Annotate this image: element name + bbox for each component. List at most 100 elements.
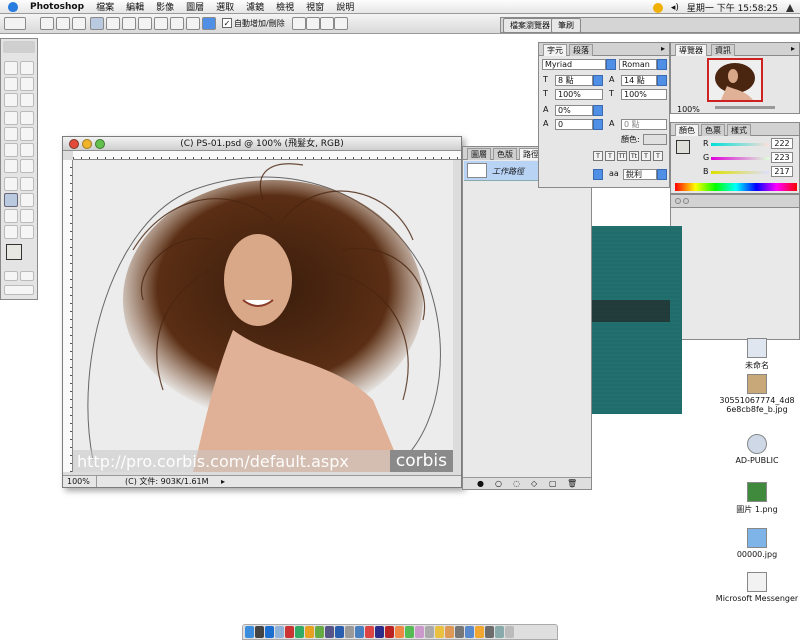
font-family-field[interactable]: Myriad — [542, 59, 606, 70]
paths-mode-button[interactable] — [56, 17, 70, 30]
dock-app-icon[interactable] — [395, 626, 404, 638]
panel-close-icon[interactable] — [675, 198, 681, 204]
path-selection-icon[interactable] — [4, 177, 18, 191]
faux-italic-icon[interactable]: T — [605, 151, 615, 161]
apple-menu-icon[interactable] — [8, 1, 18, 12]
image-canvas[interactable]: http://pro.corbis.com/default.aspx corbi… — [73, 160, 453, 472]
dock-app-icon[interactable] — [455, 626, 464, 638]
pen-tool-icon[interactable] — [90, 17, 104, 30]
text-color-swatch[interactable] — [643, 134, 667, 145]
marquee-tool-icon[interactable] — [4, 61, 18, 75]
dock-app-icon[interactable] — [445, 626, 454, 638]
delete-path-icon[interactable]: 🗑 — [567, 479, 577, 488]
dock-app-icon[interactable] — [365, 626, 374, 638]
dock-app-icon[interactable] — [285, 626, 294, 638]
desktop-icon-untitled[interactable]: 未命名 — [712, 338, 800, 371]
toolbox-header-icon[interactable] — [3, 41, 35, 53]
blur-tool-icon[interactable] — [4, 159, 18, 173]
panel-minimize-icon[interactable] — [683, 198, 689, 204]
dock-app-icon[interactable] — [415, 626, 424, 638]
tracking-dropdown-icon[interactable] — [593, 119, 603, 130]
tab-layers[interactable]: 圖層 — [467, 148, 491, 160]
color-foreground-swatch[interactable] — [676, 140, 690, 154]
dock-app-icon[interactable] — [475, 626, 484, 638]
tab-color[interactable]: 顏色 — [675, 124, 699, 136]
eraser-tool-icon[interactable] — [4, 143, 18, 157]
dock-app-icon[interactable] — [425, 626, 434, 638]
desktop-icon-messenger[interactable]: Microsoft Messenger — [712, 572, 800, 603]
font-family-dropdown-icon[interactable] — [606, 59, 616, 70]
polygon-tool-icon[interactable] — [170, 17, 184, 30]
menu-filter[interactable]: 濾鏡 — [240, 0, 270, 13]
desktop-icon-ad-public[interactable]: AD-PUBLIC — [712, 434, 800, 465]
app-menu[interactable]: Photoshop — [24, 2, 90, 12]
finder-dock-icon[interactable] — [245, 626, 254, 638]
dock-app-icon[interactable] — [325, 626, 334, 638]
path-add-button[interactable] — [292, 17, 306, 30]
pen-tool-icon-active[interactable] — [4, 193, 18, 207]
healing-brush-icon[interactable] — [4, 111, 18, 125]
dock-app-icon[interactable] — [355, 626, 364, 638]
quick-mask-off-icon[interactable] — [4, 271, 18, 281]
vertical-scale-field[interactable]: 100% — [555, 89, 603, 100]
dock-app-icon[interactable] — [305, 626, 314, 638]
menu-file[interactable]: 檔案 — [90, 0, 120, 13]
superscript-icon[interactable]: T — [641, 151, 651, 161]
crop-tool-icon[interactable] — [4, 93, 18, 107]
menu-extra-icon[interactable] — [652, 2, 663, 13]
quick-mask-on-icon[interactable] — [20, 271, 34, 281]
tab-styles[interactable]: 樣式 — [727, 124, 751, 136]
eyedropper-icon[interactable] — [20, 209, 34, 223]
magic-wand-icon[interactable] — [20, 77, 34, 91]
dock-app-icon[interactable] — [295, 626, 304, 638]
minimize-icon[interactable] — [82, 139, 92, 149]
screen-mode-icon[interactable] — [4, 285, 34, 295]
g-value[interactable]: 223 — [771, 152, 793, 163]
brush-tool-icon[interactable] — [20, 111, 34, 125]
zoom-icon[interactable] — [95, 139, 105, 149]
font-size-field[interactable]: 8 點 — [555, 75, 593, 86]
doc-size-info[interactable]: (C) 文件: 903K/1.61M — [125, 476, 209, 487]
eject-icon[interactable] — [786, 3, 794, 12]
r-slider[interactable] — [711, 143, 769, 146]
brushes-tab[interactable]: 筆刷 — [551, 18, 581, 33]
file-browser-tab[interactable]: 檔案瀏覽器 — [503, 18, 557, 33]
close-icon[interactable] — [69, 139, 79, 149]
baseline-shift-field[interactable]: 0 點 — [621, 119, 667, 130]
language-dropdown-icon[interactable] — [593, 169, 603, 180]
menu-view[interactable]: 檢視 — [270, 0, 300, 13]
load-selection-icon[interactable]: ◌ — [513, 479, 520, 488]
font-size-dropdown-icon[interactable] — [593, 75, 603, 86]
volume-icon[interactable]: ◂) — [671, 3, 679, 13]
dock-app-icon[interactable] — [375, 626, 384, 638]
notes-tool-icon[interactable] — [4, 209, 18, 223]
shape-layers-button[interactable] — [40, 17, 54, 30]
dock-app-icon[interactable] — [335, 626, 344, 638]
dock-app-icon[interactable] — [315, 626, 324, 638]
rectangle-tool-icon[interactable] — [122, 17, 136, 30]
horizontal-ruler[interactable] — [73, 151, 461, 160]
path-subtract-button[interactable] — [306, 17, 320, 30]
foreground-color-swatch[interactable] — [6, 244, 22, 260]
status-menu-arrow-icon[interactable]: ▸ — [221, 476, 225, 487]
freeform-pen-icon[interactable] — [106, 17, 120, 30]
clone-stamp-icon[interactable] — [4, 127, 18, 141]
dock-app-icon[interactable] — [255, 626, 264, 638]
faux-bold-icon[interactable]: T — [593, 151, 603, 161]
desktop-icon-jpg-file[interactable]: 30551067774_4d86e8cb8fe_b.jpg — [712, 374, 800, 414]
kerning-dropdown-icon[interactable] — [593, 105, 603, 116]
desktop-icon-png-file[interactable]: 圖片 1.png — [712, 482, 800, 515]
tab-navigator[interactable]: 導覽器 — [675, 44, 707, 56]
horizontal-scale-field[interactable]: 100% — [621, 89, 667, 100]
new-path-icon[interactable]: ▢ — [549, 479, 557, 488]
tab-paragraph[interactable]: 段落 — [569, 44, 593, 56]
all-caps-icon[interactable]: TT — [617, 151, 627, 161]
dock-app-icon[interactable] — [265, 626, 274, 638]
hand-tool-icon[interactable] — [4, 225, 18, 239]
tab-swatches[interactable]: 色票 — [701, 124, 725, 136]
menu-image[interactable]: 影像 — [150, 0, 180, 13]
dock-app-icon[interactable] — [495, 626, 504, 638]
make-work-path-icon[interactable]: ◇ — [531, 479, 537, 488]
menu-window[interactable]: 視窗 — [300, 0, 330, 13]
clock[interactable]: 星期一 下午 15:58:25 — [687, 1, 778, 14]
